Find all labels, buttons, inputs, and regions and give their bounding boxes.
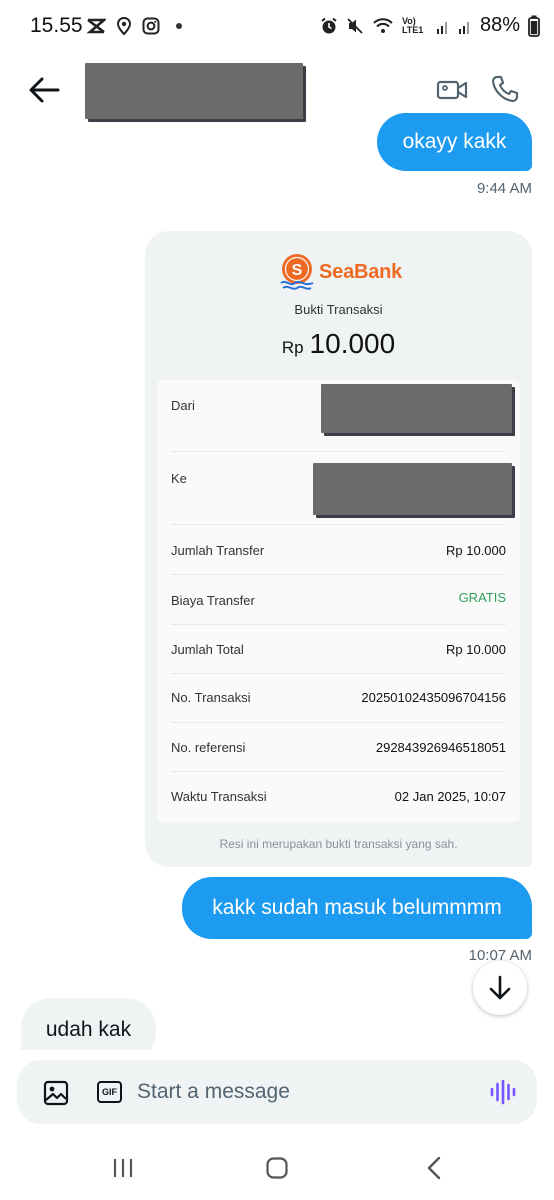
- battery-level: 88%: [479, 14, 520, 36]
- redacted-recipient: [313, 463, 512, 515]
- instagram-icon: [142, 17, 160, 35]
- redacted-contact-name: [85, 63, 303, 119]
- detail-label: Jumlah Transfer: [171, 543, 265, 558]
- detail-value: 292843926946518051: [375, 740, 506, 755]
- amount-currency: Rp: [281, 338, 304, 357]
- status-time: 15.55: [30, 14, 83, 37]
- home-icon[interactable]: [265, 1156, 289, 1180]
- receipt-amount: Rp 10.000: [145, 328, 532, 360]
- brand-name: SeaBank: [319, 260, 403, 283]
- sent-message-bubble[interactable]: kakk sudah masuk belummmm: [182, 877, 532, 939]
- signal-icon-1: [436, 21, 447, 34]
- alarm-icon: [321, 17, 337, 33]
- status-notification-icons: [86, 16, 182, 36]
- detail-row: Biaya Transfer GRATIS: [171, 575, 506, 625]
- network-label: Vo) LTE1: [401, 15, 424, 35]
- detail-label: Biaya Transfer: [171, 593, 255, 608]
- detail-label: Waktu Transaksi: [171, 789, 267, 804]
- seabank-logo-icon: S: [280, 254, 314, 290]
- status-bar: 15.55 Vo) LTE1 88%: [0, 0, 554, 54]
- signal-icon-2: [458, 21, 469, 34]
- gif-button[interactable]: GIF: [97, 1081, 122, 1103]
- detail-row: Jumlah Transfer Rp 10.000: [171, 525, 506, 575]
- detail-row-ke: Ke: [171, 452, 512, 525]
- detail-label: Jumlah Total: [171, 642, 244, 657]
- wifi-icon: [373, 17, 393, 33]
- detail-value: Rp 10.000: [446, 642, 506, 657]
- capcut-icon: [86, 18, 106, 34]
- message-composer: GIF: [17, 1060, 537, 1124]
- detail-value: 20250102435096704156: [361, 690, 506, 705]
- phone-icon[interactable]: [490, 74, 520, 104]
- detail-row: Jumlah Total Rp 10.000: [171, 625, 506, 674]
- gif-label: GIF: [102, 1087, 117, 1097]
- detail-label: No. referensi: [171, 740, 246, 755]
- detail-value: Rp 10.000: [446, 543, 506, 558]
- message-input[interactable]: [137, 1072, 477, 1112]
- seabank-logo: S SeaBank: [279, 253, 402, 291]
- nav-back-icon[interactable]: [424, 1156, 444, 1180]
- receipt-image-bubble[interactable]: S SeaBank Bukti Transaksi Rp 10.000 Dari …: [145, 231, 532, 867]
- receipt-details: Dari Ke Jumlah Transfer Rp 10.000 Biaya …: [157, 380, 520, 822]
- receipt-footer: Resi ini merupakan bukti transaksi yang …: [219, 837, 458, 851]
- detail-row-dari: Dari: [171, 380, 512, 452]
- message-text: okayy kakk: [402, 130, 507, 153]
- system-navigation-bar: [0, 1142, 554, 1200]
- notification-dot: [176, 23, 182, 29]
- battery-icon: [528, 15, 540, 37]
- mute-icon: [347, 17, 363, 34]
- sent-message-bubble[interactable]: okayy kakk: [377, 113, 532, 171]
- back-arrow-icon[interactable]: [28, 76, 60, 104]
- message-text: udah kak: [45, 1018, 132, 1041]
- status-system-icons: Vo) LTE1 88%: [320, 14, 540, 37]
- detail-label: No. Transaksi: [171, 690, 251, 705]
- detail-row: No. Transaksi 20250102435096704156: [171, 674, 506, 723]
- message-text: kakk sudah masuk belummmm: [212, 896, 502, 919]
- recent-apps-icon[interactable]: [111, 1156, 135, 1180]
- detail-row: Waktu Transaksi 02 Jan 2025, 10:07: [171, 772, 506, 822]
- detail-value-free: GRATIS: [458, 590, 506, 605]
- arrow-down-icon: [489, 975, 511, 1000]
- scroll-to-bottom-button[interactable]: [473, 961, 527, 1015]
- message-timestamp: 9:44 AM: [476, 180, 532, 197]
- amount-value: 10.000: [309, 328, 396, 359]
- video-camera-icon[interactable]: [436, 74, 468, 106]
- detail-label: Dari: [171, 398, 195, 413]
- detail-row: No. referensi 292843926946518051: [171, 723, 506, 772]
- receipt-subtitle: Bukti Transaksi: [294, 302, 383, 317]
- svg-text:S: S: [292, 262, 303, 279]
- location-sharing-icon: [116, 16, 132, 36]
- detail-value: 02 Jan 2025, 10:07: [394, 789, 506, 804]
- image-icon[interactable]: [43, 1080, 69, 1106]
- voice-message-icon[interactable]: [489, 1078, 517, 1106]
- detail-label: Ke: [171, 471, 187, 486]
- redacted-sender: [321, 384, 512, 433]
